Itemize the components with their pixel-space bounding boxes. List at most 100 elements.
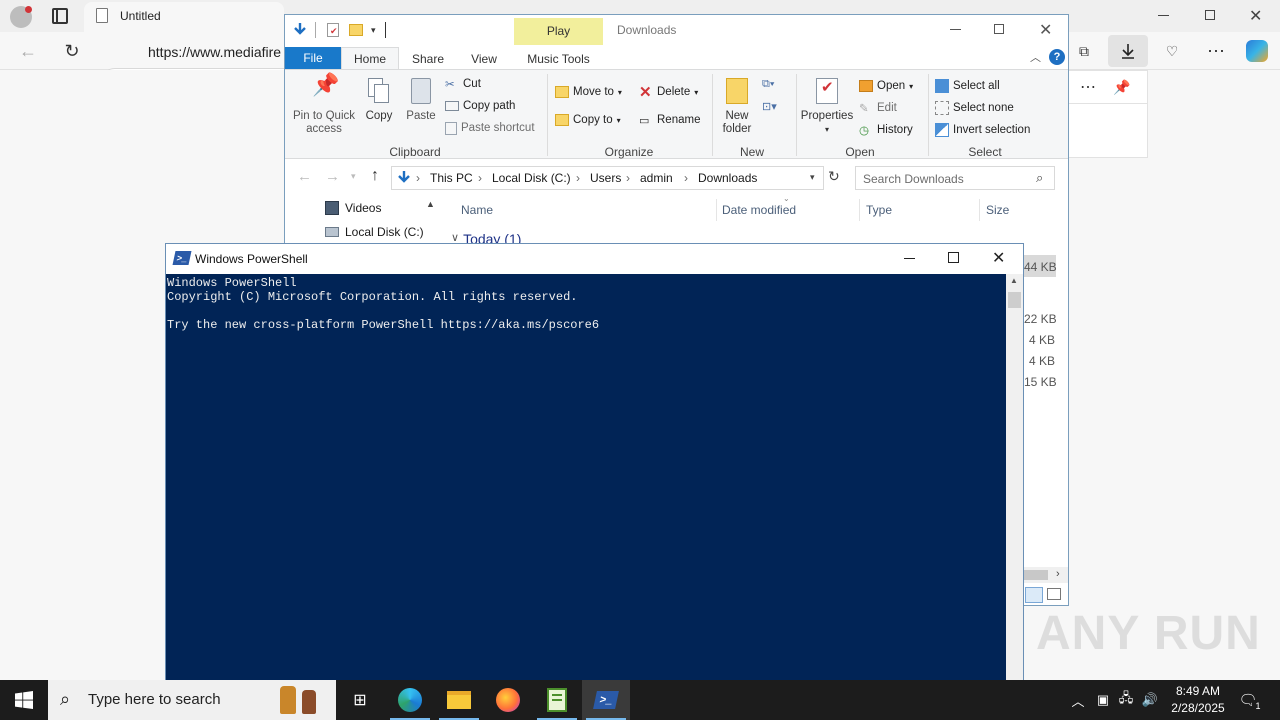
context-tab-play[interactable]: Play xyxy=(514,18,603,45)
delete-button[interactable]: ✕ Delete ▾ xyxy=(639,82,700,102)
edge-taskbar-button[interactable] xyxy=(386,680,434,720)
horizontal-scrollbar[interactable]: › xyxy=(1024,567,1068,583)
copy-button[interactable]: Copy xyxy=(359,78,399,123)
invert-selection-button[interactable]: Invert selection xyxy=(935,120,1030,140)
new-item-icon[interactable]: ⧉▾ xyxy=(762,78,786,94)
tab-view[interactable]: View xyxy=(459,49,509,69)
refresh-icon[interactable]: ↻ xyxy=(828,168,840,185)
scroll-thumb[interactable] xyxy=(1008,292,1021,308)
pin-quick-access-button[interactable]: 📌 Pin to Quick access xyxy=(289,74,359,136)
organize-left: Move to ▾ Copy to ▾ xyxy=(555,82,622,130)
taskbar-clock[interactable]: 8:49 AM 2/28/2025 xyxy=(1160,683,1236,717)
powershell-taskbar-button[interactable]: >_ xyxy=(582,680,630,720)
copilot-icon[interactable] xyxy=(1246,40,1268,62)
firefox-taskbar-button[interactable] xyxy=(484,680,532,720)
breadcrumb-this-pc[interactable]: This PC xyxy=(430,171,473,185)
restore-icon[interactable] xyxy=(1205,10,1215,20)
close-icon[interactable]: ✕ xyxy=(1249,6,1262,26)
minimize-icon[interactable] xyxy=(904,258,915,259)
pin-icon[interactable]: 📌 xyxy=(1106,71,1138,103)
powershell-console[interactable]: Windows PowerShell Copyright (C) Microso… xyxy=(166,274,1006,681)
task-view-button[interactable]: ⊞ xyxy=(336,680,384,720)
breadcrumb-users[interactable]: Users xyxy=(590,171,621,185)
maximize-icon[interactable] xyxy=(994,24,1004,34)
edit-button[interactable]: ✎ Edit xyxy=(859,98,913,118)
volume-icon[interactable]: 🔊 xyxy=(1140,690,1160,710)
taskbar-search-box[interactable]: ⌕ Type here to search xyxy=(48,680,336,720)
meet-now-icon[interactable]: ▣ xyxy=(1093,690,1113,710)
tab-actions-icon[interactable] xyxy=(52,8,68,24)
breadcrumb-local-disk[interactable]: Local Disk (C:) xyxy=(492,171,571,185)
folder-icon xyxy=(447,691,471,709)
console-scrollbar[interactable]: ▲ xyxy=(1006,274,1023,681)
collapse-ribbon-icon[interactable]: ︿ xyxy=(1030,49,1041,65)
tab-music-tools[interactable]: Music Tools xyxy=(514,49,603,69)
tab-home[interactable]: Home xyxy=(341,47,399,71)
file-explorer-taskbar-button[interactable] xyxy=(435,680,483,720)
profile-avatar[interactable] xyxy=(10,6,32,28)
browser-tab[interactable] xyxy=(84,2,284,32)
scroll-up-icon[interactable]: ▲ xyxy=(1010,276,1018,285)
minimize-icon[interactable] xyxy=(950,29,961,30)
column-name[interactable]: Name xyxy=(461,203,493,217)
start-button[interactable] xyxy=(0,680,48,720)
help-icon[interactable]: ? xyxy=(1049,49,1065,65)
collections-icon[interactable]: ⧉ xyxy=(1068,35,1100,67)
back-arrow-icon[interactable]: ← xyxy=(12,35,44,67)
column-date-modified[interactable]: Date modified xyxy=(722,203,796,217)
notepad-taskbar-button[interactable] xyxy=(533,680,581,720)
easy-access-icon[interactable]: ⊡▾ xyxy=(762,100,786,116)
explorer-search-input[interactable]: Search Downloads ⌕ xyxy=(855,166,1055,190)
close-icon[interactable]: ✕ xyxy=(1039,20,1052,40)
details-view-button[interactable] xyxy=(1025,587,1043,603)
nav-scroll-up-icon[interactable]: ▲ xyxy=(426,199,435,209)
address-dropdown-icon[interactable]: ▾ xyxy=(810,172,815,183)
breadcrumb-downloads[interactable]: Downloads xyxy=(698,171,757,185)
column-divider xyxy=(979,199,980,221)
downloads-button[interactable] xyxy=(1108,35,1148,67)
new-folder-quick-icon[interactable] xyxy=(349,24,363,36)
paste-button[interactable]: Paste xyxy=(401,78,441,123)
explorer-address-bar[interactable]: › This PC › Local Disk (C:) › Users › ad… xyxy=(391,166,824,190)
nav-item-videos[interactable]: Videos xyxy=(325,201,381,215)
recent-locations-icon[interactable]: ▾ xyxy=(351,171,356,182)
move-to-button[interactable]: Move to ▾ xyxy=(555,82,622,102)
select-group-label: Select xyxy=(968,145,1002,159)
quick-access-download-icon[interactable] xyxy=(292,22,308,38)
customize-toolbar-icon[interactable]: ▾ xyxy=(371,25,376,36)
select-all-button[interactable]: Select all xyxy=(935,76,1030,96)
tab-share[interactable]: Share xyxy=(403,49,453,69)
paste-shortcut-button[interactable]: Paste shortcut xyxy=(445,118,535,138)
scroll-right-icon[interactable]: › xyxy=(1056,568,1060,580)
copy-to-button[interactable]: Copy to ▾ xyxy=(555,110,622,130)
select-none-button[interactable]: Select none xyxy=(935,98,1030,118)
open-button[interactable]: Open ▾ xyxy=(859,76,913,96)
anyrun-watermark: ANY RUN xyxy=(1036,607,1261,660)
search-icon: ⌕ xyxy=(1036,170,1044,185)
tab-file[interactable]: File xyxy=(285,47,341,69)
new-folder-button[interactable]: New folder xyxy=(715,78,759,136)
properties-button[interactable]: ✔ Properties ▾ xyxy=(799,78,855,136)
show-hidden-icons-icon[interactable]: ︿ xyxy=(1068,690,1088,710)
properties-quick-icon[interactable]: ✔ xyxy=(327,23,339,37)
copy-path-button[interactable]: Copy path xyxy=(445,96,535,116)
minimize-icon[interactable] xyxy=(1158,15,1169,16)
column-type[interactable]: Type xyxy=(866,203,892,217)
large-icons-view-button[interactable] xyxy=(1047,588,1061,600)
breadcrumb-admin[interactable]: admin xyxy=(640,171,673,185)
refresh-icon[interactable]: ↻ xyxy=(56,35,88,67)
nav-item-local-disk[interactable]: Local Disk (C:) xyxy=(325,225,424,239)
browser-essentials-icon[interactable]: ♡ xyxy=(1156,35,1188,67)
flyout-more-icon[interactable]: ⋯ xyxy=(1072,71,1104,103)
more-menu-icon[interactable]: ⋯ xyxy=(1200,35,1232,67)
forward-arrow-icon[interactable]: → xyxy=(325,168,340,185)
close-icon[interactable]: ✕ xyxy=(992,248,1005,268)
network-icon[interactable]: 🖧 xyxy=(1116,690,1136,710)
maximize-icon[interactable] xyxy=(948,252,959,263)
history-button[interactable]: ◷ History xyxy=(859,120,913,140)
up-arrow-icon[interactable]: ↑ xyxy=(371,167,379,185)
column-size[interactable]: Size xyxy=(986,203,1009,217)
rename-button[interactable]: ▭ Rename xyxy=(639,110,700,130)
cut-button[interactable]: ✂ Cut xyxy=(445,74,535,94)
back-arrow-icon[interactable]: ← xyxy=(297,168,312,185)
